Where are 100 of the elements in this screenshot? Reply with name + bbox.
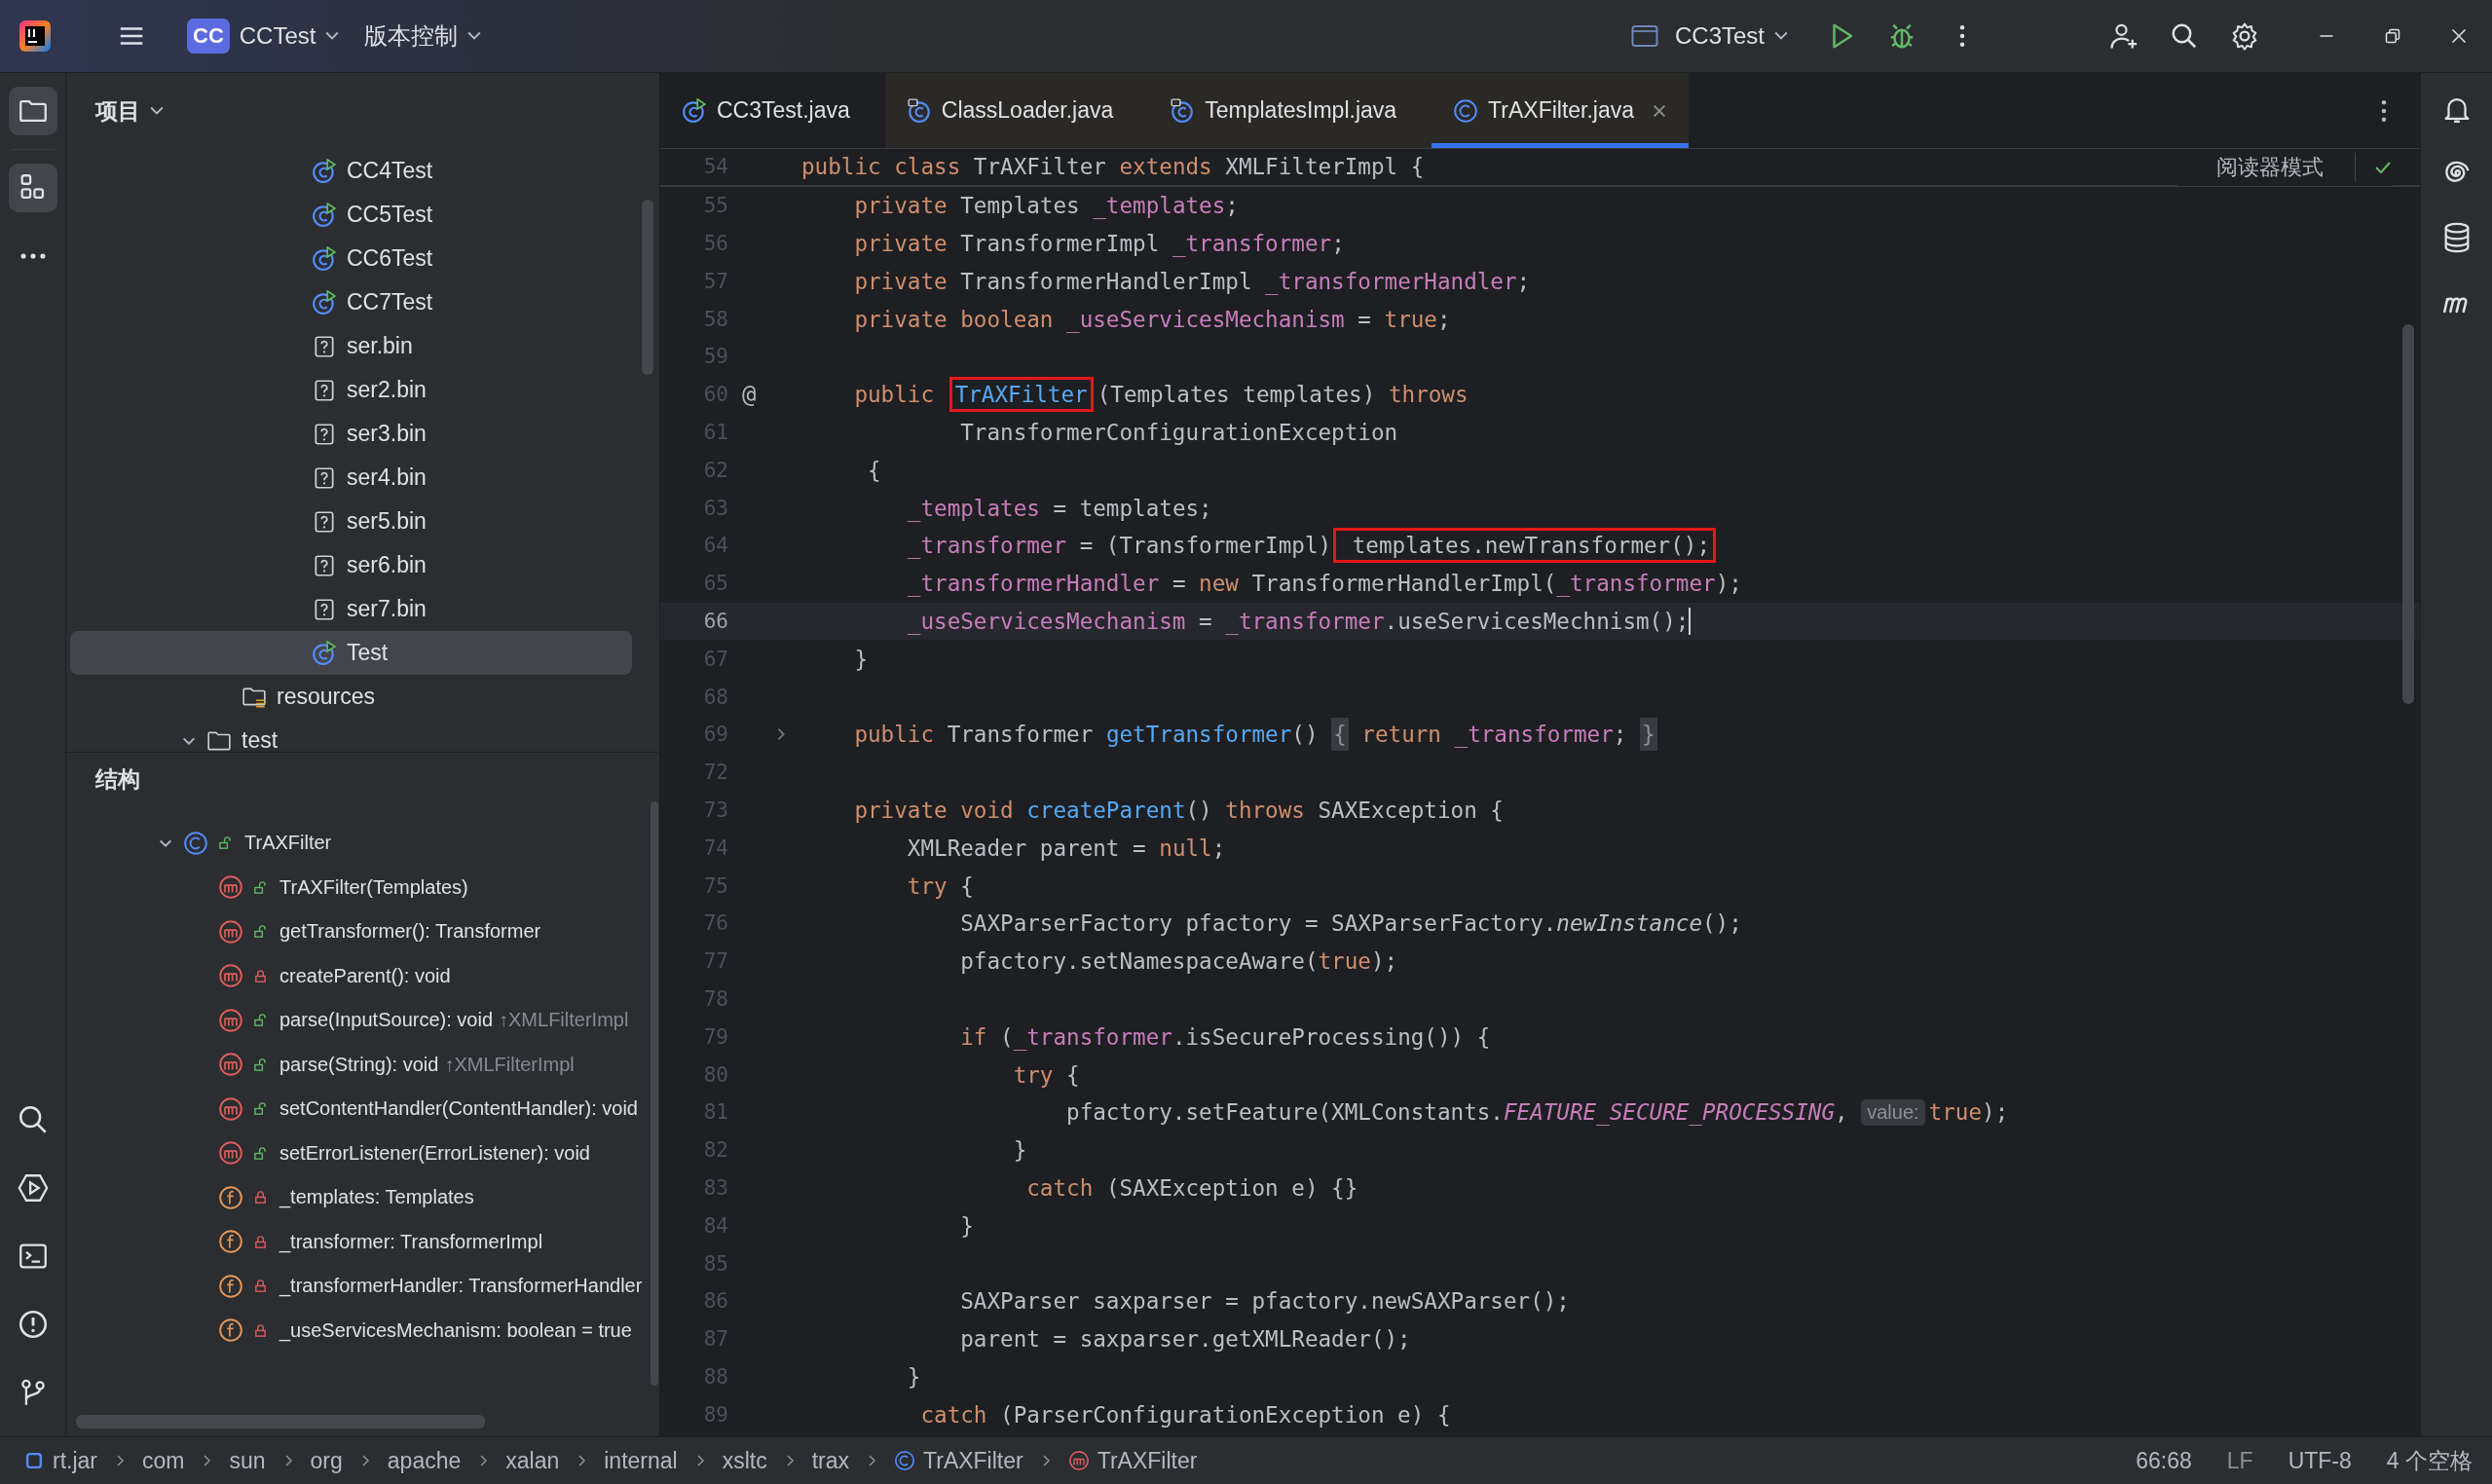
class-icon xyxy=(1453,97,1479,124)
tree-item[interactable]: ser2.bin xyxy=(70,368,632,412)
code-line: private Templates _templates; xyxy=(853,192,1239,221)
editor-tab[interactable]: TrAXFilter.java xyxy=(1432,73,1690,148)
runnable-class-icon xyxy=(312,158,337,184)
breadcrumb-item[interactable]: TrAXFilter xyxy=(1097,1447,1198,1474)
method-icon xyxy=(218,1095,243,1122)
reader-mode-label[interactable]: 阅读器模式 xyxy=(2216,153,2324,182)
tree-item[interactable]: ser7.bin xyxy=(70,587,632,631)
gutter-marker[interactable]: @ xyxy=(742,381,757,409)
scrollbar[interactable] xyxy=(76,1415,485,1428)
caret-position[interactable]: 66:68 xyxy=(2136,1447,2192,1474)
field-icon xyxy=(218,1273,243,1299)
breadcrumb-item[interactable]: trax xyxy=(811,1447,850,1474)
chevron-right-icon xyxy=(115,1454,125,1467)
tree-item[interactable]: ser6.bin xyxy=(70,543,632,587)
chevron-right-icon xyxy=(282,1454,293,1467)
caret-icon xyxy=(150,106,164,116)
breadcrumb-item[interactable]: apache xyxy=(387,1447,462,1474)
chevron-right-icon xyxy=(577,1454,587,1467)
runnable-class-icon xyxy=(312,202,337,228)
code-line: private TransformerImpl _transformer; xyxy=(853,230,1345,259)
structure-item[interactable]: parse(InputSource): void xyxy=(279,1009,493,1032)
structure-item[interactable]: TrAXFilter(Templates) xyxy=(279,875,468,899)
project-badge: CC xyxy=(187,19,230,54)
code-line: public Transformer getTransformer() { return _transformer; } xyxy=(801,715,1657,754)
code-line: catch (ParserConfigurationException e) { xyxy=(919,1400,1451,1429)
vcs-menu[interactable]: 版本控制 xyxy=(364,20,459,52)
breadcrumb-item[interactable]: TrAXFilter xyxy=(923,1447,1023,1474)
settings-icon[interactable] xyxy=(2230,21,2259,51)
chevron-right-icon xyxy=(694,1454,705,1467)
project-name[interactable]: CCTest xyxy=(239,22,316,50)
tree-item[interactable]: CC7Test xyxy=(70,280,632,324)
editor-tab[interactable]: CC3Test.java xyxy=(660,73,885,148)
tree-item[interactable]: CC6Test xyxy=(70,237,632,280)
code-line: try { xyxy=(906,872,974,901)
code-line: _useServicesMechanism = _transformer.useServicesMechnism(); xyxy=(906,606,1692,637)
file-encoding[interactable]: UTF-8 xyxy=(2287,1447,2352,1474)
scrollbar[interactable] xyxy=(651,801,658,1386)
structure-item[interactable]: _useServicesMechanism: boolean = true xyxy=(279,1318,632,1342)
code-line: public class TrAXFilter extends XMLFilterImpl { xyxy=(801,153,1425,182)
breadcrumb-item[interactable]: sun xyxy=(229,1447,266,1474)
structure-item[interactable]: _transformer: TransformerImpl xyxy=(279,1230,543,1253)
breadcrumb-item[interactable]: xsltc xyxy=(722,1447,767,1474)
code-line: parent = saxparser.getXMLReader(); xyxy=(959,1325,1411,1354)
code-line: catch (SAXException e) {} xyxy=(1025,1173,1358,1203)
structure-item[interactable]: setContentHandler(ContentHandler): void xyxy=(279,1097,638,1121)
structure-item[interactable]: TrAXFilter xyxy=(244,832,332,855)
folder-icon[interactable] xyxy=(8,87,57,135)
unknown-file-icon xyxy=(312,596,337,622)
structure-item[interactable]: _templates: Templates xyxy=(279,1186,474,1209)
structure-item[interactable]: setErrorListener(ErrorListener): void xyxy=(279,1141,590,1165)
breadcrumb-item[interactable]: rt.jar xyxy=(53,1447,97,1474)
chevron-right-icon xyxy=(359,1454,370,1467)
runnable-class-icon xyxy=(312,245,337,272)
line-separator[interactable]: LF xyxy=(2226,1447,2253,1474)
code-line: XMLReader parent = null; xyxy=(906,834,1226,863)
breadcrumb-item[interactable]: org xyxy=(310,1447,343,1474)
structure-item[interactable]: parse(String): void xyxy=(279,1053,439,1076)
add-user-icon[interactable] xyxy=(2109,21,2139,51)
breadcrumb-item[interactable]: internal xyxy=(604,1447,678,1474)
method-icon xyxy=(218,1052,243,1078)
run-configuration[interactable]: CC3Test xyxy=(1674,22,1765,50)
code-line: private boolean _useServicesMechanism = true; xyxy=(853,305,1451,335)
inherited-from: ↑XMLFilterImpl xyxy=(444,1053,575,1076)
tree-item[interactable]: resources xyxy=(70,675,632,719)
runnable-class-icon xyxy=(312,640,337,666)
tree-item[interactable]: CC4Test xyxy=(70,149,632,193)
method-icon xyxy=(218,963,243,989)
tree-item[interactable]: ser3.bin xyxy=(70,412,632,456)
chevron-right-icon xyxy=(867,1454,877,1467)
jar-icon xyxy=(23,1450,45,1471)
structure-item[interactable]: _transformerHandler: TransformerHandler xyxy=(279,1275,643,1298)
scrollbar[interactable] xyxy=(642,200,653,375)
search-icon[interactable] xyxy=(2170,21,2199,51)
field-icon xyxy=(218,1229,243,1255)
structure-item[interactable]: createParent(): void xyxy=(279,964,451,987)
tree-item[interactable]: test xyxy=(70,719,632,752)
tree-item[interactable]: ser.bin xyxy=(70,324,632,368)
class-icon xyxy=(183,830,208,856)
runnable-class-icon xyxy=(682,97,707,124)
app-logo-icon[interactable] xyxy=(19,20,51,52)
indent-setting[interactable]: 4 个空格 xyxy=(2386,1445,2473,1476)
code-line: _templates = templates; xyxy=(906,494,1212,524)
editor-tab[interactable]: ClassLoader.java xyxy=(884,73,1149,148)
tree-item[interactable]: CC5Test xyxy=(70,193,632,237)
tree-item[interactable]: ser5.bin xyxy=(70,500,632,543)
method-icon xyxy=(1067,1450,1090,1471)
scrollbar[interactable] xyxy=(2402,324,2414,704)
structure-item[interactable]: getTransformer(): Transformer xyxy=(279,920,541,944)
breadcrumb-item[interactable]: xalan xyxy=(505,1447,560,1474)
editor-tab[interactable]: TemplatesImpl.java xyxy=(1148,73,1432,148)
breadcrumb-item[interactable]: com xyxy=(142,1447,185,1474)
method-icon xyxy=(218,1140,243,1167)
close-tab-icon[interactable] xyxy=(1652,102,1668,119)
panel-title[interactable]: 项目 xyxy=(95,95,140,127)
tree-item[interactable]: ser4.bin xyxy=(70,456,632,500)
tree-item[interactable]: Test xyxy=(70,631,632,675)
unknown-file-icon xyxy=(312,421,337,447)
structure-icon[interactable] xyxy=(8,164,57,212)
